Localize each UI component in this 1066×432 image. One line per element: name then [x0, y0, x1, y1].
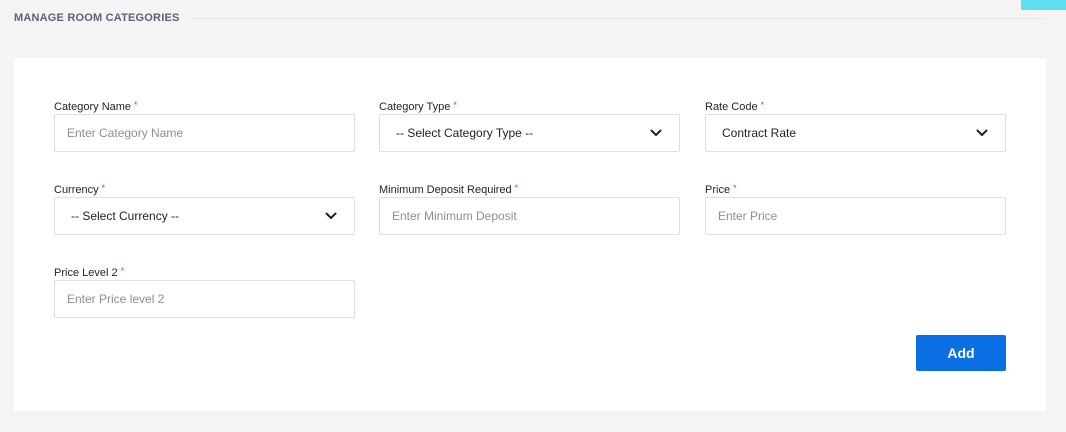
page: MANAGE ROOM CATEGORIES Category Name* Ca… [0, 0, 1066, 432]
required-mark: * [120, 266, 125, 276]
field-price: Price * [705, 183, 1006, 235]
minimum-deposit-input[interactable] [379, 197, 680, 235]
minimum-deposit-label: Minimum Deposit Required * [379, 183, 519, 196]
chevron-down-icon [324, 209, 338, 223]
section-header: MANAGE ROOM CATEGORIES [14, 11, 1045, 25]
chevron-down-icon [975, 126, 989, 140]
category-type-label: Category Type * [379, 100, 457, 113]
currency-value: -- Select Currency -- [71, 209, 180, 223]
field-minimum-deposit: Minimum Deposit Required * [379, 183, 680, 235]
rate-code-value: Contract Rate [722, 126, 797, 140]
field-category-type: Category Type * -- Select Category Type -… [379, 100, 680, 152]
page-title: MANAGE ROOM CATEGORIES [14, 12, 180, 24]
required-mark: * [514, 183, 519, 193]
required-mark: * [101, 183, 106, 193]
category-name-input[interactable] [54, 114, 355, 152]
field-category-name: Category Name * [54, 100, 355, 152]
rate-code-select[interactable]: Contract Rate [705, 114, 1006, 152]
rate-code-label: Rate Code * [705, 100, 765, 113]
required-mark: * [760, 100, 765, 110]
required-mark: * [453, 100, 457, 110]
field-price-level-2: Price Level 2 * [54, 266, 355, 318]
header-divider [191, 18, 1045, 19]
currency-label: Currency * [54, 183, 106, 196]
accent-tab [1021, 0, 1066, 10]
add-button[interactable]: Add [916, 335, 1006, 371]
room-category-form: Category Name* Category Type* -- Select … [14, 58, 1046, 411]
price-level-2-label: Price Level 2 * [54, 266, 125, 279]
price-label: Price * [705, 183, 737, 196]
category-type-value: -- Select Category Type -- [396, 126, 534, 140]
field-currency: Currency * -- Select Currency -- [54, 183, 355, 235]
required-mark: * [733, 183, 737, 193]
required-mark: * [134, 100, 138, 110]
category-name-label: Category Name * [54, 100, 138, 113]
category-type-select[interactable]: -- Select Category Type -- [379, 114, 680, 152]
price-input[interactable] [705, 197, 1006, 235]
currency-select[interactable]: -- Select Currency -- [54, 197, 355, 235]
price-level-2-input[interactable] [54, 280, 355, 318]
chevron-down-icon [649, 126, 663, 140]
field-rate-code: Rate Code * Contract Rate [705, 100, 1006, 152]
